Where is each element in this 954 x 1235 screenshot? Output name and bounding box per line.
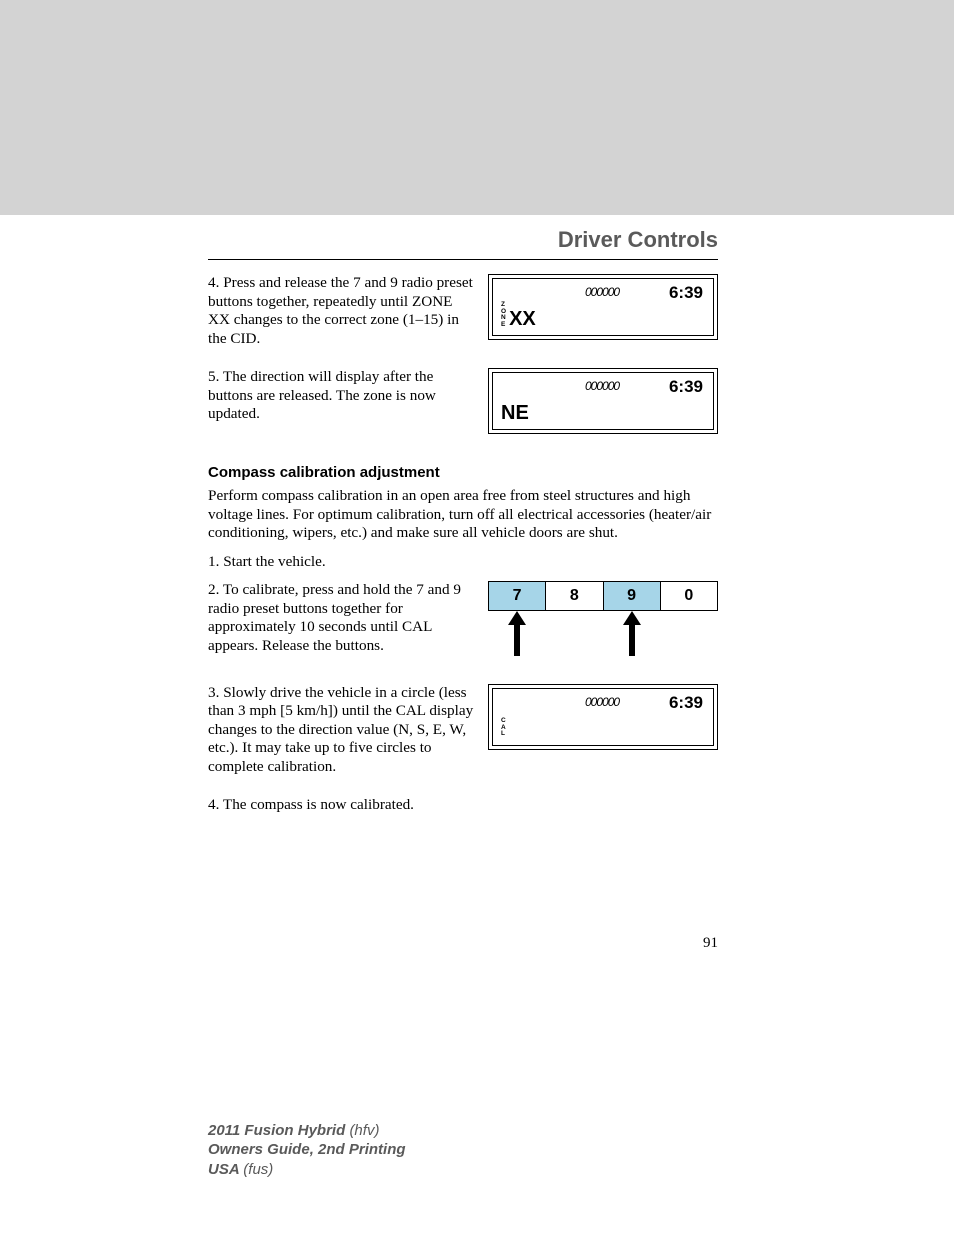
section-title: Driver Controls — [208, 227, 718, 253]
footer-line2: Owners Guide, 2nd Printing — [208, 1140, 406, 1160]
cid-odometer: 000000 — [585, 285, 619, 299]
figure-cid-direction: 000000 6:39 NE — [488, 368, 718, 434]
cid-cal-readout: C A L — [501, 718, 506, 741]
arrow-up-icon — [508, 611, 526, 656]
footer-model: 2011 Fusion Hybrid — [208, 1122, 349, 1139]
calibration-intro: Perform compass calibration in an open a… — [208, 487, 718, 543]
step4-text: 4. Press and release the 7 and 9 radio p… — [208, 274, 478, 348]
figure-presets: 7 8 9 0 — [488, 581, 718, 656]
page-number: 91 — [703, 935, 718, 952]
header-band — [0, 0, 954, 215]
calibration-step4: 4. The compass is now calibrated. — [208, 796, 718, 815]
cid-panel: 000000 6:39 C A L — [488, 684, 718, 750]
page: Driver Controls 4. Press and release the… — [0, 0, 954, 1235]
content-area: Driver Controls 4. Press and release the… — [208, 215, 718, 825]
calibration-step1: 1. Start the vehicle. — [208, 553, 718, 572]
cid-zone-readout: Z O N E XX — [501, 302, 536, 331]
footer-line1: 2011 Fusion Hybrid (hfv) — [208, 1121, 406, 1141]
preset-button-8[interactable]: 8 — [546, 581, 603, 611]
cid-panel: 000000 6:39 Z O N E XX — [488, 274, 718, 340]
zone-value: XX — [509, 308, 536, 331]
preset-button-0[interactable]: 0 — [661, 581, 718, 611]
cid-odometer: 000000 — [585, 695, 619, 709]
preset-button-9[interactable]: 9 — [604, 581, 661, 611]
calibration-subhead: Compass calibration adjustment — [208, 464, 718, 481]
cid-inner: 000000 6:39 NE — [492, 372, 714, 430]
calib3-row: 3. Slowly drive the vehicle in a circle … — [208, 684, 718, 787]
footer-code1: (hfv) — [349, 1122, 379, 1139]
figure-cid-cal: 000000 6:39 C A L — [488, 684, 718, 750]
cid-panel: 000000 6:39 NE — [488, 368, 718, 434]
cid-inner: 000000 6:39 Z O N E XX — [492, 278, 714, 336]
preset-button-7[interactable]: 7 — [488, 581, 546, 611]
cid-time: 6:39 — [669, 283, 703, 303]
footer-code2: (fus) — [243, 1161, 273, 1178]
preset-button-row: 7 8 9 0 — [488, 581, 718, 611]
cid-time: 6:39 — [669, 693, 703, 713]
cid-odometer: 000000 — [585, 379, 619, 393]
footer-line3: USA (fus) — [208, 1160, 406, 1180]
cid-time: 6:39 — [669, 377, 703, 397]
step4-row: 4. Press and release the 7 and 9 radio p… — [208, 274, 718, 358]
calibration-step3: 3. Slowly drive the vehicle in a circle … — [208, 684, 478, 777]
zone-vertical-label: Z O N E — [501, 302, 506, 328]
cal-vertical-label: C A L — [501, 718, 506, 738]
cid-inner: 000000 6:39 C A L — [492, 688, 714, 746]
zone-char: E — [501, 322, 506, 329]
arrow-row — [488, 611, 718, 656]
arrow-up-icon — [623, 611, 641, 656]
calib2-row: 2. To calibrate, press and hold the 7 an… — [208, 581, 718, 665]
footer-region: USA — [208, 1161, 243, 1178]
title-rule — [208, 259, 718, 260]
footer: 2011 Fusion Hybrid (hfv) Owners Guide, 2… — [208, 1121, 406, 1180]
step5-text: 5. The direction will display after the … — [208, 368, 478, 424]
cid-direction-readout: NE — [501, 402, 529, 425]
step5-row: 5. The direction will display after the … — [208, 368, 718, 434]
cal-char: L — [501, 731, 506, 738]
direction-value: NE — [501, 402, 529, 425]
figure-cid-zone: 000000 6:39 Z O N E XX — [488, 274, 718, 340]
calibration-step2: 2. To calibrate, press and hold the 7 an… — [208, 581, 478, 655]
